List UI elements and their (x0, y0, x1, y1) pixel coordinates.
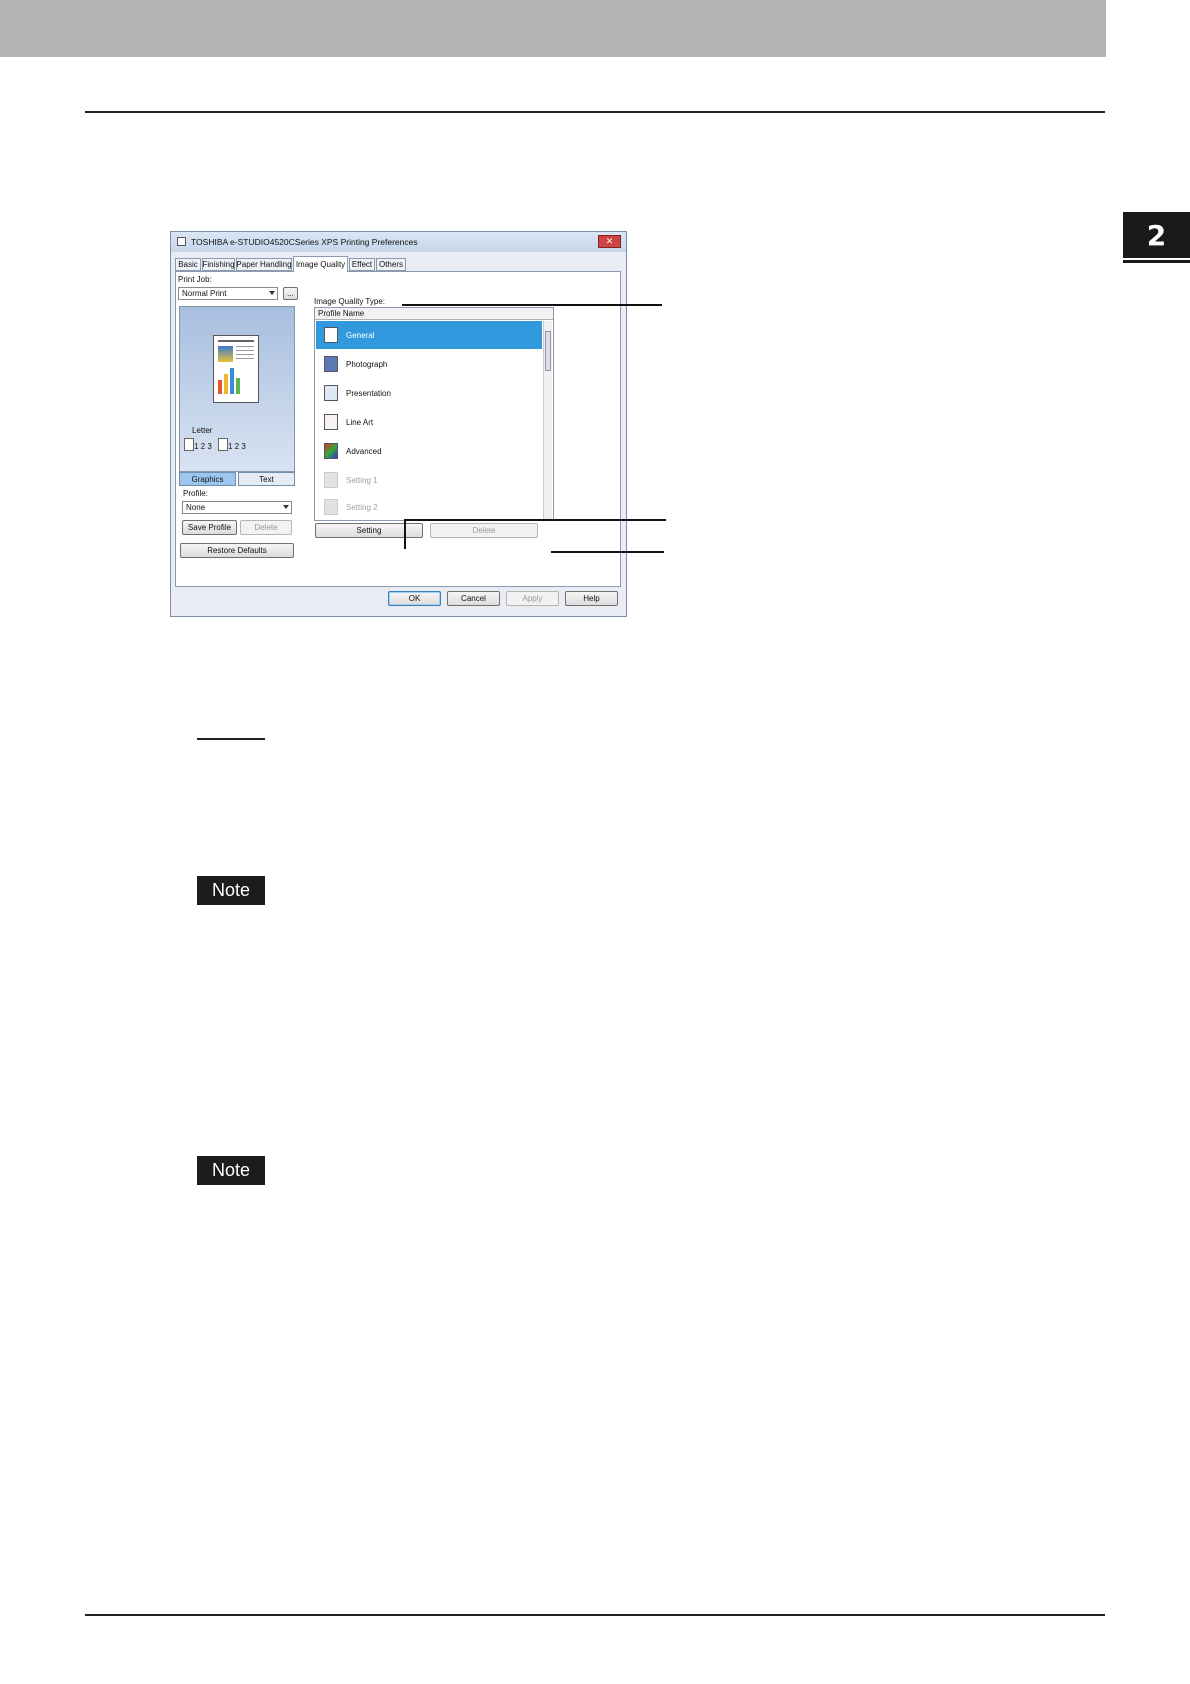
document-thumbnail-icon (213, 335, 259, 403)
callout-line-delete (551, 551, 664, 553)
note-badge: Note (197, 876, 265, 905)
tab-paper-handling[interactable]: Paper Handling (236, 258, 292, 271)
callout-line-setting-drop (404, 519, 406, 549)
callout-line-setting (404, 519, 666, 521)
paper-size-label: Letter (192, 426, 213, 435)
print-job-value: Normal Print (182, 289, 227, 298)
page-order-label: 1 2 3 (194, 442, 212, 451)
list-header: Profile Name (315, 308, 553, 320)
line-art-icon (324, 414, 338, 430)
page-stack-icon (184, 438, 194, 451)
list-item-label: Presentation (346, 388, 391, 398)
dialog-titlebar: TOSHIBA e-STUDIO4520CSeries XPS Printing… (171, 232, 626, 252)
list-scrollbar[interactable] (543, 321, 552, 519)
custom-setting-icon (324, 472, 338, 488)
cancel-button[interactable]: Cancel (447, 591, 500, 606)
profile-list: Profile Name General Photograph Presenta… (314, 307, 554, 521)
list-item-advanced[interactable]: Advanced (316, 437, 542, 465)
note-badge: Note (197, 1156, 265, 1185)
list-item-label: General (346, 330, 375, 340)
save-profile-button[interactable]: Save Profile (182, 520, 237, 535)
chapter-tab: 2 (1123, 212, 1190, 258)
footer-rule (85, 1614, 1105, 1616)
section-rule (197, 738, 265, 740)
list-item-photograph[interactable]: Photograph (316, 350, 542, 378)
print-preview: Letter 1 2 3 1 2 3 (179, 306, 295, 472)
list-item-setting-1[interactable]: Setting 1 (316, 466, 542, 494)
list-item-label: Photograph (346, 359, 388, 369)
general-icon (324, 327, 338, 343)
restore-defaults-button[interactable]: Restore Defaults (180, 543, 294, 558)
tab-basic[interactable]: Basic (175, 258, 201, 271)
tab-image-quality[interactable]: Image Quality (293, 256, 348, 272)
header-band (0, 0, 1106, 57)
list-item-general[interactable]: General (316, 321, 542, 349)
delete-profile-button[interactable]: Delete (240, 520, 292, 535)
profile-value: None (186, 503, 206, 512)
header-rule (85, 111, 1105, 113)
custom-setting-icon (324, 499, 338, 515)
close-button[interactable]: ✕ (598, 235, 621, 248)
help-button[interactable]: Help (565, 591, 618, 606)
graphics-toggle[interactable]: Graphics (179, 472, 236, 486)
printing-preferences-dialog: TOSHIBA e-STUDIO4520CSeries XPS Printing… (170, 231, 627, 617)
print-job-select[interactable]: Normal Print (178, 287, 278, 300)
presentation-icon (324, 385, 338, 401)
scrollbar-thumb[interactable] (545, 331, 551, 371)
print-job-details-button[interactable]: ... (283, 287, 298, 300)
list-item-label: Setting 1 (346, 475, 378, 485)
callout-line-image-quality-type (402, 304, 662, 306)
page-stack-icon (218, 438, 228, 451)
chevron-down-icon (269, 291, 275, 295)
advanced-icon (324, 443, 338, 459)
list-item-label: Advanced (346, 446, 382, 456)
chapter-tab-underline (1123, 260, 1190, 263)
dialog-title: TOSHIBA e-STUDIO4520CSeries XPS Printing… (191, 237, 418, 247)
apply-button[interactable]: Apply (506, 591, 559, 606)
image-quality-type-label: Image Quality Type: (314, 297, 385, 306)
print-job-label: Print Job: (178, 275, 212, 284)
page-order-label: 1 2 3 (228, 442, 246, 451)
profile-select[interactable]: None (182, 501, 292, 514)
ok-button[interactable]: OK (388, 591, 441, 606)
chevron-down-icon (283, 505, 289, 509)
tab-effect[interactable]: Effect (349, 258, 375, 271)
profile-label: Profile: (183, 489, 208, 498)
list-item-line-art[interactable]: Line Art (316, 408, 542, 436)
printer-icon (177, 237, 186, 246)
list-item-setting-2[interactable]: Setting 2 (316, 495, 542, 519)
photograph-icon (324, 356, 338, 372)
image-quality-panel: Print Job: Normal Print ... Letter 1 2 3… (175, 271, 621, 587)
text-toggle[interactable]: Text (238, 472, 295, 486)
list-item-label: Setting 2 (346, 502, 378, 512)
tab-finishing[interactable]: Finishing (202, 258, 235, 271)
delete-button[interactable]: Delete (430, 523, 538, 538)
setting-button[interactable]: Setting (315, 523, 423, 538)
tab-others[interactable]: Others (376, 258, 406, 271)
list-item-label: Line Art (346, 417, 374, 427)
list-item-presentation[interactable]: Presentation (316, 379, 542, 407)
